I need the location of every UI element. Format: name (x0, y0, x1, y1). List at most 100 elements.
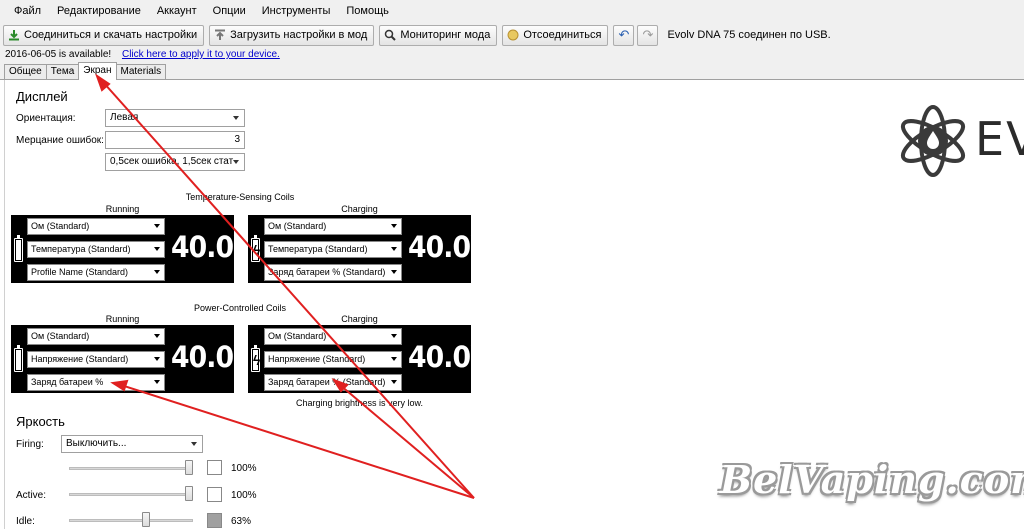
temp-coils-title: Temperature-Sensing Coils (185, 192, 295, 202)
menu-tools[interactable]: Инструменты (254, 5, 339, 17)
tab-strip: Общее Тема Экран Materials (0, 62, 1024, 80)
temp-running-row2-select[interactable]: Температура (Standard) (27, 241, 165, 258)
active-brightness-slider[interactable] (69, 486, 193, 502)
monitor-label: Мониторинг мода (400, 29, 491, 41)
connect-download-label: Соединиться и скачать настройки (24, 29, 198, 41)
idle-percent: 63% (231, 516, 252, 527)
idle-color-swatch[interactable] (207, 513, 222, 528)
temp-running-row3-select[interactable]: Profile Name (Standard) (27, 264, 165, 281)
power-charging-label: Charging (341, 314, 378, 324)
power-charging-row2-select[interactable]: Напряжение (Standard) (264, 351, 402, 368)
battery-full-icon (14, 345, 23, 372)
toolbar: Соединиться и скачать настройки Загрузит… (0, 22, 1024, 48)
menu-account[interactable]: Аккаунт (149, 5, 205, 17)
display-section-title: Дисплей (16, 89, 68, 104)
power-coils-title: Power-Controlled Coils (193, 303, 287, 313)
power-charging-row3-select[interactable]: Заряд батареи % (Standard) (264, 374, 402, 391)
download-arrow-icon (8, 29, 20, 41)
temp-running-row1-select[interactable]: Ом (Standard) (27, 218, 165, 235)
temp-charging-row3-value: Заряд батареи % (Standard) (268, 267, 386, 277)
menu-file[interactable]: Файл (6, 5, 49, 17)
slider-thumb[interactable] (185, 486, 193, 501)
apply-update-link[interactable]: Click here to apply it to your device. (122, 49, 280, 60)
temp-running-row3-value: Profile Name (Standard) (31, 267, 129, 277)
error-blink-label: Мерцание ошибок: (16, 135, 104, 146)
power-charging-row2-value: Напряжение (Standard) (268, 354, 366, 364)
slider-thumb[interactable] (142, 512, 151, 527)
orientation-value: Левая (110, 112, 139, 123)
upload-settings-button[interactable]: Загрузить настройки в мод (209, 24, 375, 46)
error-blink-timing-select[interactable]: 0,5сек ошибка, 1,5сек стат (105, 153, 245, 171)
slider-track (69, 493, 193, 496)
belvaping-watermark: BelVaping.com (720, 457, 1024, 502)
power-running-preview: Ом (Standard) Напряжение (Standard) Заря… (11, 325, 263, 393)
power-running-row3-value: Заряд батареи % (31, 377, 104, 387)
power-charging-row1-select[interactable]: Ом (Standard) (264, 328, 402, 345)
active-color-swatch[interactable] (207, 487, 222, 502)
firing-brightness-slider[interactable] (69, 460, 193, 476)
orientation-label: Ориентация: (16, 113, 76, 124)
temp-running-row1-value: Ом (Standard) (31, 221, 90, 231)
slider-track (69, 519, 193, 522)
orientation-select[interactable]: Левая (105, 109, 245, 127)
battery-full-icon (14, 235, 23, 262)
temp-charging-row1-value: Ом (Standard) (268, 221, 327, 231)
power-charging-preview: ϟ Ом (Standard) Напряжение (Standard) За… (248, 325, 500, 393)
monitor-button[interactable]: Мониторинг мода (379, 24, 498, 46)
idle-label: Idle: (16, 516, 35, 527)
temp-charging-row1-select[interactable]: Ом (Standard) (264, 218, 402, 235)
battery-charging-icon: ϟ (251, 235, 261, 262)
tab-theme[interactable]: Тема (45, 64, 80, 79)
update-bar: 2016-06-05 is available! Click here to a… (0, 48, 1024, 62)
connection-status: Evolv DNA 75 соединен по USB. (667, 29, 831, 41)
battery-charging-icon: ϟ (251, 345, 261, 372)
firing-color-swatch[interactable] (207, 460, 222, 475)
power-charging-row1-value: Ом (Standard) (268, 331, 327, 341)
disconnect-label: Отсоединиться (523, 29, 602, 41)
power-running-row1-value: Ом (Standard) (31, 331, 90, 341)
power-running-row2-select[interactable]: Напряжение (Standard) (27, 351, 165, 368)
brightness-section-title: Яркость (16, 414, 65, 429)
disconnect-button[interactable]: Отсоединиться (502, 24, 609, 46)
firing-mode-value: Выключить... (66, 438, 127, 449)
temp-charging-row3-select[interactable]: Заряд батареи % (Standard) (264, 264, 402, 281)
menu-help[interactable]: Помощь (338, 5, 397, 17)
tab-general[interactable]: Общее (4, 64, 47, 79)
menu-edit[interactable]: Редактирование (49, 5, 149, 17)
power-charging-watts: 40.0W (408, 340, 500, 374)
charging-brightness-note: Charging brightness is very low. (295, 398, 424, 408)
bolt-icon: ϟ (253, 242, 261, 258)
bolt-icon: ϟ (253, 352, 261, 368)
firing-label: Firing: (16, 439, 44, 450)
tab-materials[interactable]: Materials (115, 64, 167, 79)
firing-mode-select[interactable]: Выключить... (61, 435, 203, 453)
power-running-row3-select[interactable]: Заряд батареи % (27, 374, 165, 391)
upload-settings-label: Загрузить настройки в мод (230, 29, 368, 41)
active-label: Active: (16, 490, 47, 501)
temp-running-row2-value: Температура (Standard) (31, 244, 131, 254)
slider-thumb[interactable] (185, 460, 193, 475)
undo-button[interactable]: ↶ (613, 24, 635, 46)
connect-download-button[interactable]: Соединиться и скачать настройки (3, 24, 205, 46)
power-running-row2-value: Напряжение (Standard) (31, 354, 129, 364)
tab-screen[interactable]: Экран (78, 62, 117, 80)
error-blink-count-input[interactable]: 3 (105, 131, 245, 149)
menu-bar: Файл Редактирование Аккаунт Опции Инстру… (0, 0, 1024, 22)
active-percent: 100% (231, 490, 257, 501)
slider-track (69, 467, 193, 470)
power-running-row1-select[interactable]: Ом (Standard) (27, 328, 165, 345)
temp-charging-row2-select[interactable]: Температура (Standard) (264, 241, 402, 258)
menu-options[interactable]: Опции (205, 5, 254, 17)
temp-running-preview: Ом (Standard) Температура (Standard) Pro… (11, 215, 263, 283)
undo-icon: ↶ (618, 27, 630, 42)
idle-brightness-slider[interactable] (69, 512, 193, 528)
power-running-label: Running (105, 314, 140, 324)
error-blink-timing-value: 0,5сек ошибка, 1,5сек стат (110, 156, 234, 167)
temp-charging-row2-value: Температура (Standard) (268, 244, 368, 254)
redo-button[interactable]: ↷ (637, 24, 659, 46)
temp-running-label: Running (105, 204, 140, 214)
temp-charging-label: Charging (341, 204, 378, 214)
disconnect-icon (507, 29, 519, 41)
temp-charging-preview: ϟ Ом (Standard) Температура (Standard) З… (248, 215, 500, 283)
temp-charging-watts: 40.0W (408, 230, 500, 264)
